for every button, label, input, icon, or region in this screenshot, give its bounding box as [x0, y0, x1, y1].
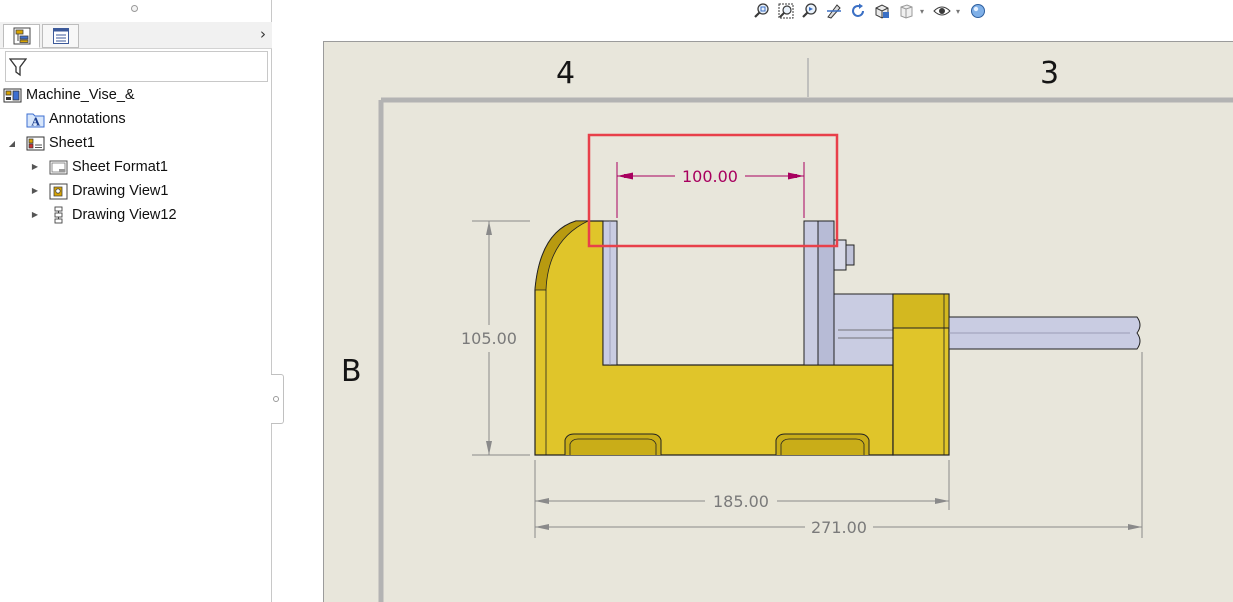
vise-part-view[interactable] [534, 220, 1141, 456]
dimension-value: 100.00 [682, 167, 738, 186]
dimension-value: 185.00 [713, 492, 769, 511]
zone-label-column-3: 3 [1040, 56, 1060, 91]
dimension-jaw-opening[interactable]: 100.00 [616, 162, 805, 218]
dimension-height[interactable]: 105.00 [461, 220, 530, 456]
dimension-value: 271.00 [811, 518, 867, 537]
dimension-value: 105.00 [461, 329, 517, 348]
zone-label-column-4: 4 [556, 56, 576, 91]
highlight-box [587, 133, 839, 248]
zone-label-row-b: B [341, 354, 362, 389]
dimension-body-length[interactable]: 185.00 [534, 460, 950, 538]
